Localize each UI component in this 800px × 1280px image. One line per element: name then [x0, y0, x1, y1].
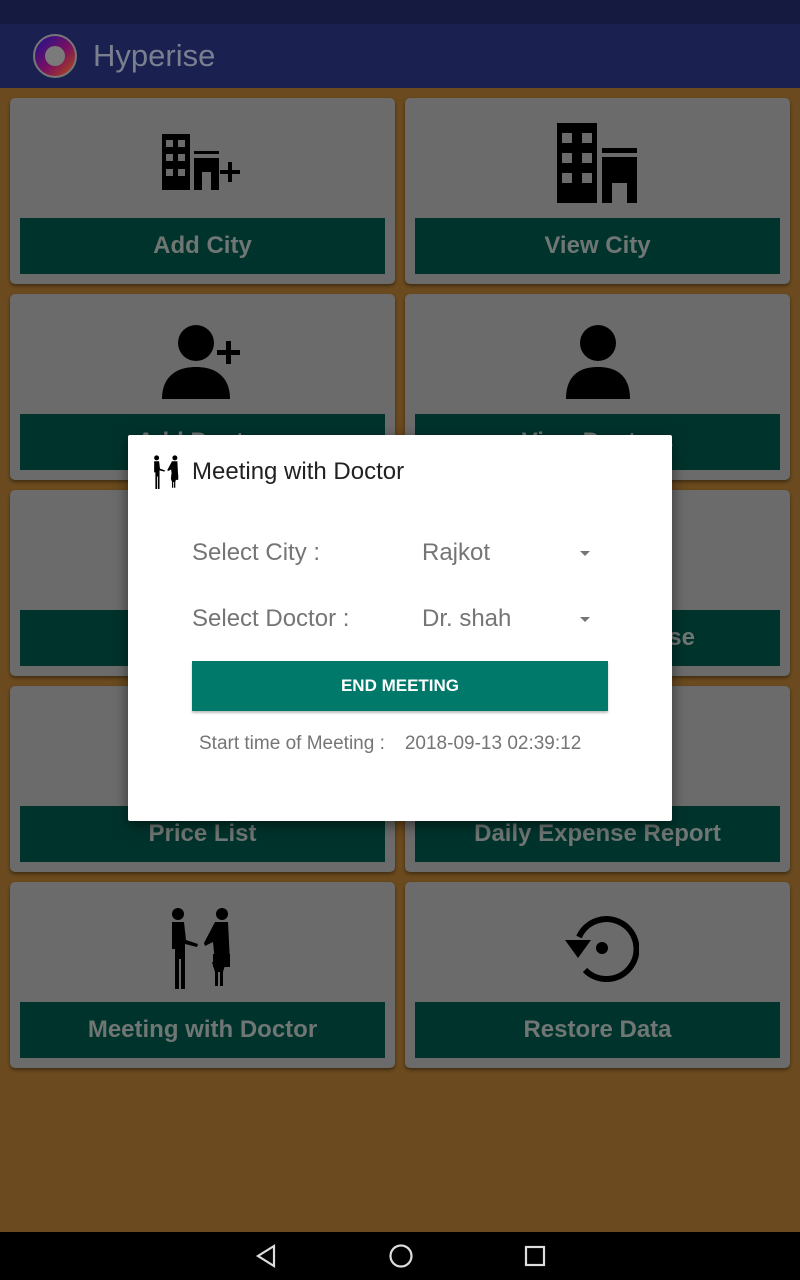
add-person-icon	[161, 325, 240, 399]
start-time-value: 2018-09-13 02:39:12	[404, 733, 582, 754]
tile-label: View City	[415, 218, 780, 274]
tile-add-city[interactable]: Add City	[10, 98, 395, 284]
city-label: Select City :	[192, 539, 321, 566]
start-time: Start time of Meeting : 2018-09-13 02:39:…	[199, 733, 581, 755]
tile-label: Meeting with Doctor	[20, 1002, 385, 1058]
handshake-icon	[171, 908, 230, 989]
building-icon	[556, 123, 637, 203]
status-bar	[0, 0, 800, 24]
restore-icon	[564, 916, 639, 983]
person-icon	[565, 325, 630, 399]
home-icon[interactable]	[388, 1243, 414, 1269]
app-bar: Hyperise	[0, 24, 800, 88]
tile-label: Add City	[20, 218, 385, 274]
navigation-bar	[0, 1232, 800, 1280]
doctor-label: Select Doctor :	[192, 605, 350, 632]
app-logo	[33, 34, 77, 78]
dialog-title-text: Meeting with Doctor	[192, 458, 405, 485]
recents-icon[interactable]	[524, 1245, 546, 1267]
tile-restore-data[interactable]: Restore Data	[405, 882, 790, 1068]
chevron-down-icon[interactable]	[580, 551, 590, 556]
city-select[interactable]: Rajkot	[422, 539, 490, 567]
meeting-dialog: Meeting with Doctor Select City : Rajkot…	[128, 435, 672, 821]
app-title: Hyperise	[93, 38, 216, 73]
tile-meeting-with-doctor[interactable]: Meeting with Doctor	[10, 882, 395, 1068]
dialog-title: Meeting with Doctor	[152, 455, 404, 489]
doctor-select[interactable]: Dr. shah	[422, 605, 511, 633]
tile-label: Restore Data	[415, 1002, 780, 1058]
tile-view-city[interactable]: View City	[405, 98, 790, 284]
chevron-down-icon[interactable]	[580, 617, 590, 622]
end-meeting-button[interactable]: END MEETING	[192, 661, 608, 711]
handshake-icon	[154, 455, 179, 489]
back-icon[interactable]	[254, 1244, 278, 1268]
add-building-icon	[161, 134, 240, 190]
start-time-label: Start time of Meeting :	[199, 733, 385, 754]
